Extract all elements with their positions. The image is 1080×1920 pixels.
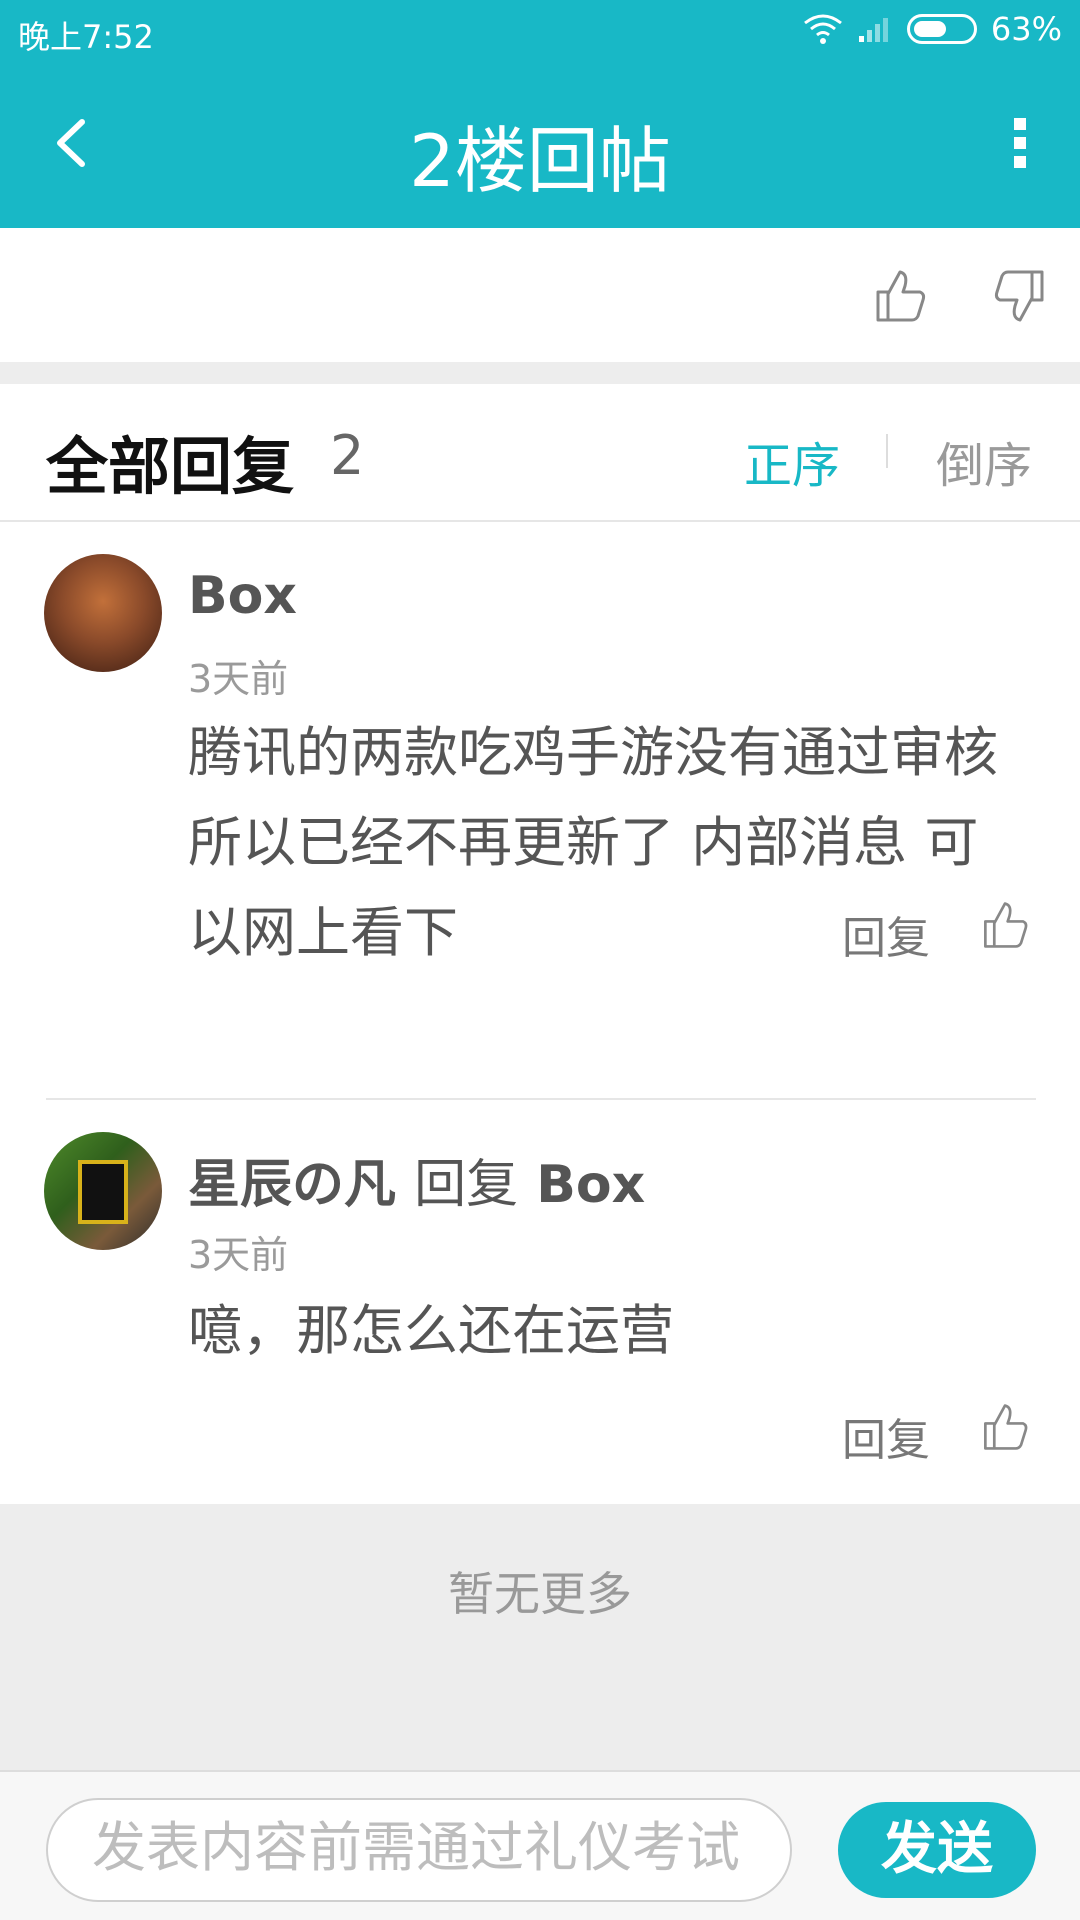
vote-panel [0,228,1080,362]
comment-input-placeholder: 发表内容前需通过礼仪考试 [92,1816,740,1879]
replies-count: 2 [330,424,365,487]
battery-percent: 63% [990,10,1062,48]
status-time: 晚上7:52 [18,18,154,56]
page-title: 2楼回帖 [409,119,671,203]
no-more-text: 暂无更多 [448,1567,632,1621]
reply-to-user[interactable]: Box [536,1155,645,1215]
more-vertical-icon[interactable] [1000,108,1040,178]
sort-ascending-button[interactable]: 正序 [744,426,840,496]
avatar[interactable] [44,554,162,672]
composer-bar: 发表内容前需通过礼仪考试 发送 [0,1770,1080,1920]
replies-section: 全部回复 2 正序 倒序 Box 3天前 腾讯的两款吃鸡手游没有通过审核 所以已… [0,384,1080,1504]
send-button[interactable]: 发送 [838,1802,1036,1898]
reply-content: 噫，那怎么还在运营 [188,1299,674,1362]
battery-icon [906,14,977,44]
reply-item: Box 3天前 腾讯的两款吃鸡手游没有通过审核 所以已经不再更新了 内部消息 可… [0,522,1080,964]
signal-icon [858,18,888,42]
reply-item: 星辰の凡 回复 Box 3天前 噫，那怎么还在运营 回复 [0,1100,1080,1500]
avatar[interactable] [44,1132,162,1250]
reply-button[interactable]: 回复 [842,902,930,966]
reply-time: 3天前 [188,1233,289,1277]
thumbs-up-icon[interactable] [980,900,1030,950]
avatar-figure [78,1160,128,1224]
thumbs-down-icon[interactable] [992,268,1048,324]
status-indicators: 63% [803,10,1062,48]
reply-author[interactable]: 星辰の凡 [188,1155,396,1215]
comment-input[interactable]: 发表内容前需通过礼仪考试 [46,1798,792,1902]
sort-divider [886,434,888,468]
thumbs-up-icon[interactable] [872,268,928,324]
thumbs-up-icon[interactable] [980,1402,1030,1452]
status-bar: 晚上7:52 63% [0,0,1080,62]
reply-button[interactable]: 回复 [842,1404,930,1468]
wifi-icon [803,14,842,44]
reply-to-label: 回复 [414,1155,519,1215]
top-bar: 2楼回帖 [0,62,1080,228]
reply-author-line: 星辰の凡 回复 Box [188,1142,645,1217]
sort-descending-button[interactable]: 倒序 [936,426,1032,496]
reply-time: 3天前 [188,657,289,701]
replies-title: 全部回复 [46,430,295,503]
battery-level [913,21,947,37]
replies-header: 全部回复 2 正序 倒序 [0,384,1080,522]
reply-author[interactable]: Box [188,566,297,626]
